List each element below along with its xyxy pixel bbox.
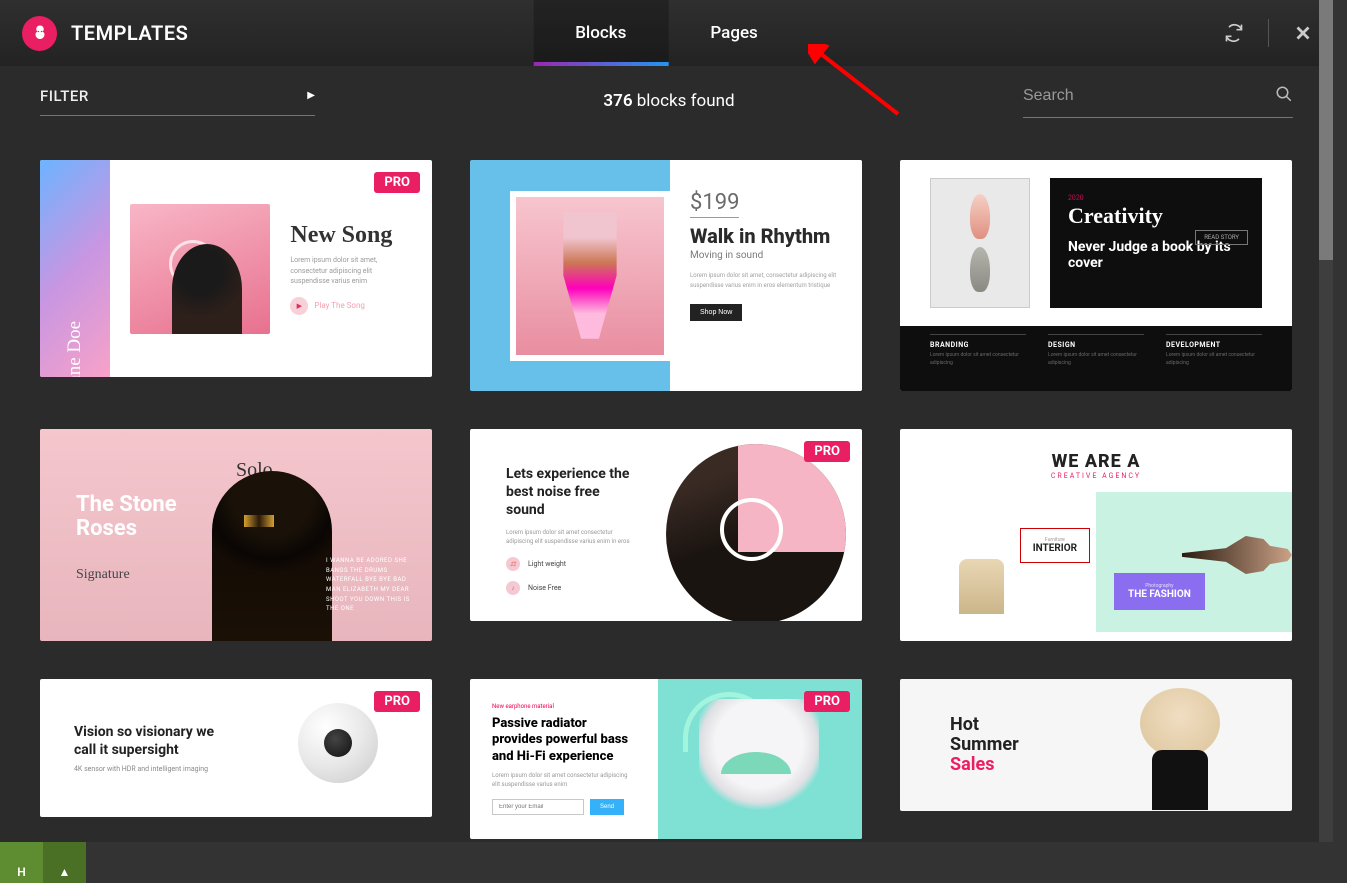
subheader: FILTER ▶ 376 blocks found xyxy=(0,66,1333,136)
template-card[interactable]: HotSummerSales xyxy=(900,679,1292,811)
template-card[interactable]: WE ARE A CREATIVE AGENCY FurnitureINTERI… xyxy=(900,429,1292,641)
thumbnail-image xyxy=(930,178,1030,308)
shop-button: Shop Now xyxy=(690,304,742,321)
feature-icon: ♪ xyxy=(506,581,520,595)
search-input[interactable] xyxy=(1023,87,1243,105)
thumbnail-image xyxy=(959,559,1004,614)
thumbnail-image xyxy=(130,204,270,334)
panel-title: TEMPLATES xyxy=(71,21,188,45)
template-card[interactable]: Solo The Stone Roses Signature I WANNA B… xyxy=(40,429,432,641)
divider xyxy=(1268,19,1269,47)
chevron-right-icon: ▶ xyxy=(307,90,315,101)
template-grid: PRO Jane Doe New Song Lorem ipsum dolor … xyxy=(0,136,1333,863)
template-card[interactable]: $199 Walk in Rhythm Moving in sound Lore… xyxy=(470,160,862,391)
pro-badge: PRO xyxy=(804,691,850,712)
thumbnail-image xyxy=(1182,536,1292,574)
close-icon[interactable] xyxy=(1291,21,1315,45)
scrollbar[interactable] xyxy=(1319,0,1333,842)
filter-label: FILTER xyxy=(40,87,89,105)
thumbnail-image xyxy=(212,471,332,641)
thumbnail-image xyxy=(510,191,670,361)
send-button: Send xyxy=(590,799,624,815)
template-card[interactable]: 2020 Creativity Never Judge a book by it… xyxy=(900,160,1292,391)
template-card[interactable]: PRO New earphone material Passive radiat… xyxy=(470,679,862,839)
search-field[interactable] xyxy=(1023,85,1293,118)
brand-logo xyxy=(22,16,57,51)
background-fragment: H▲ xyxy=(0,842,86,883)
pro-badge: PRO xyxy=(804,441,850,462)
header: TEMPLATES Blocks Pages xyxy=(0,0,1333,66)
tab-pages[interactable]: Pages xyxy=(668,0,799,66)
thumbnail-image xyxy=(1122,680,1242,810)
template-card[interactable]: PRO Jane Doe New Song Lorem ipsum dolor … xyxy=(40,160,432,377)
pro-badge: PRO xyxy=(374,172,420,193)
pro-badge: PRO xyxy=(374,691,420,712)
scrollbar-thumb[interactable] xyxy=(1319,0,1333,260)
refresh-icon[interactable] xyxy=(1222,21,1246,45)
template-card[interactable]: PRO Vision so visionary we call it super… xyxy=(40,679,432,817)
tabs: Blocks Pages xyxy=(533,0,800,66)
play-icon: ▶ xyxy=(290,297,308,315)
tab-blocks[interactable]: Blocks xyxy=(533,0,668,66)
results-count: 376 blocks found xyxy=(603,91,734,111)
search-icon[interactable] xyxy=(1275,85,1293,107)
template-card[interactable]: PRO Lets experience the best noise free … xyxy=(470,429,862,621)
email-input xyxy=(492,799,584,815)
feature-icon: ⚖ xyxy=(506,557,520,571)
filter-dropdown[interactable]: FILTER ▶ xyxy=(40,87,315,116)
